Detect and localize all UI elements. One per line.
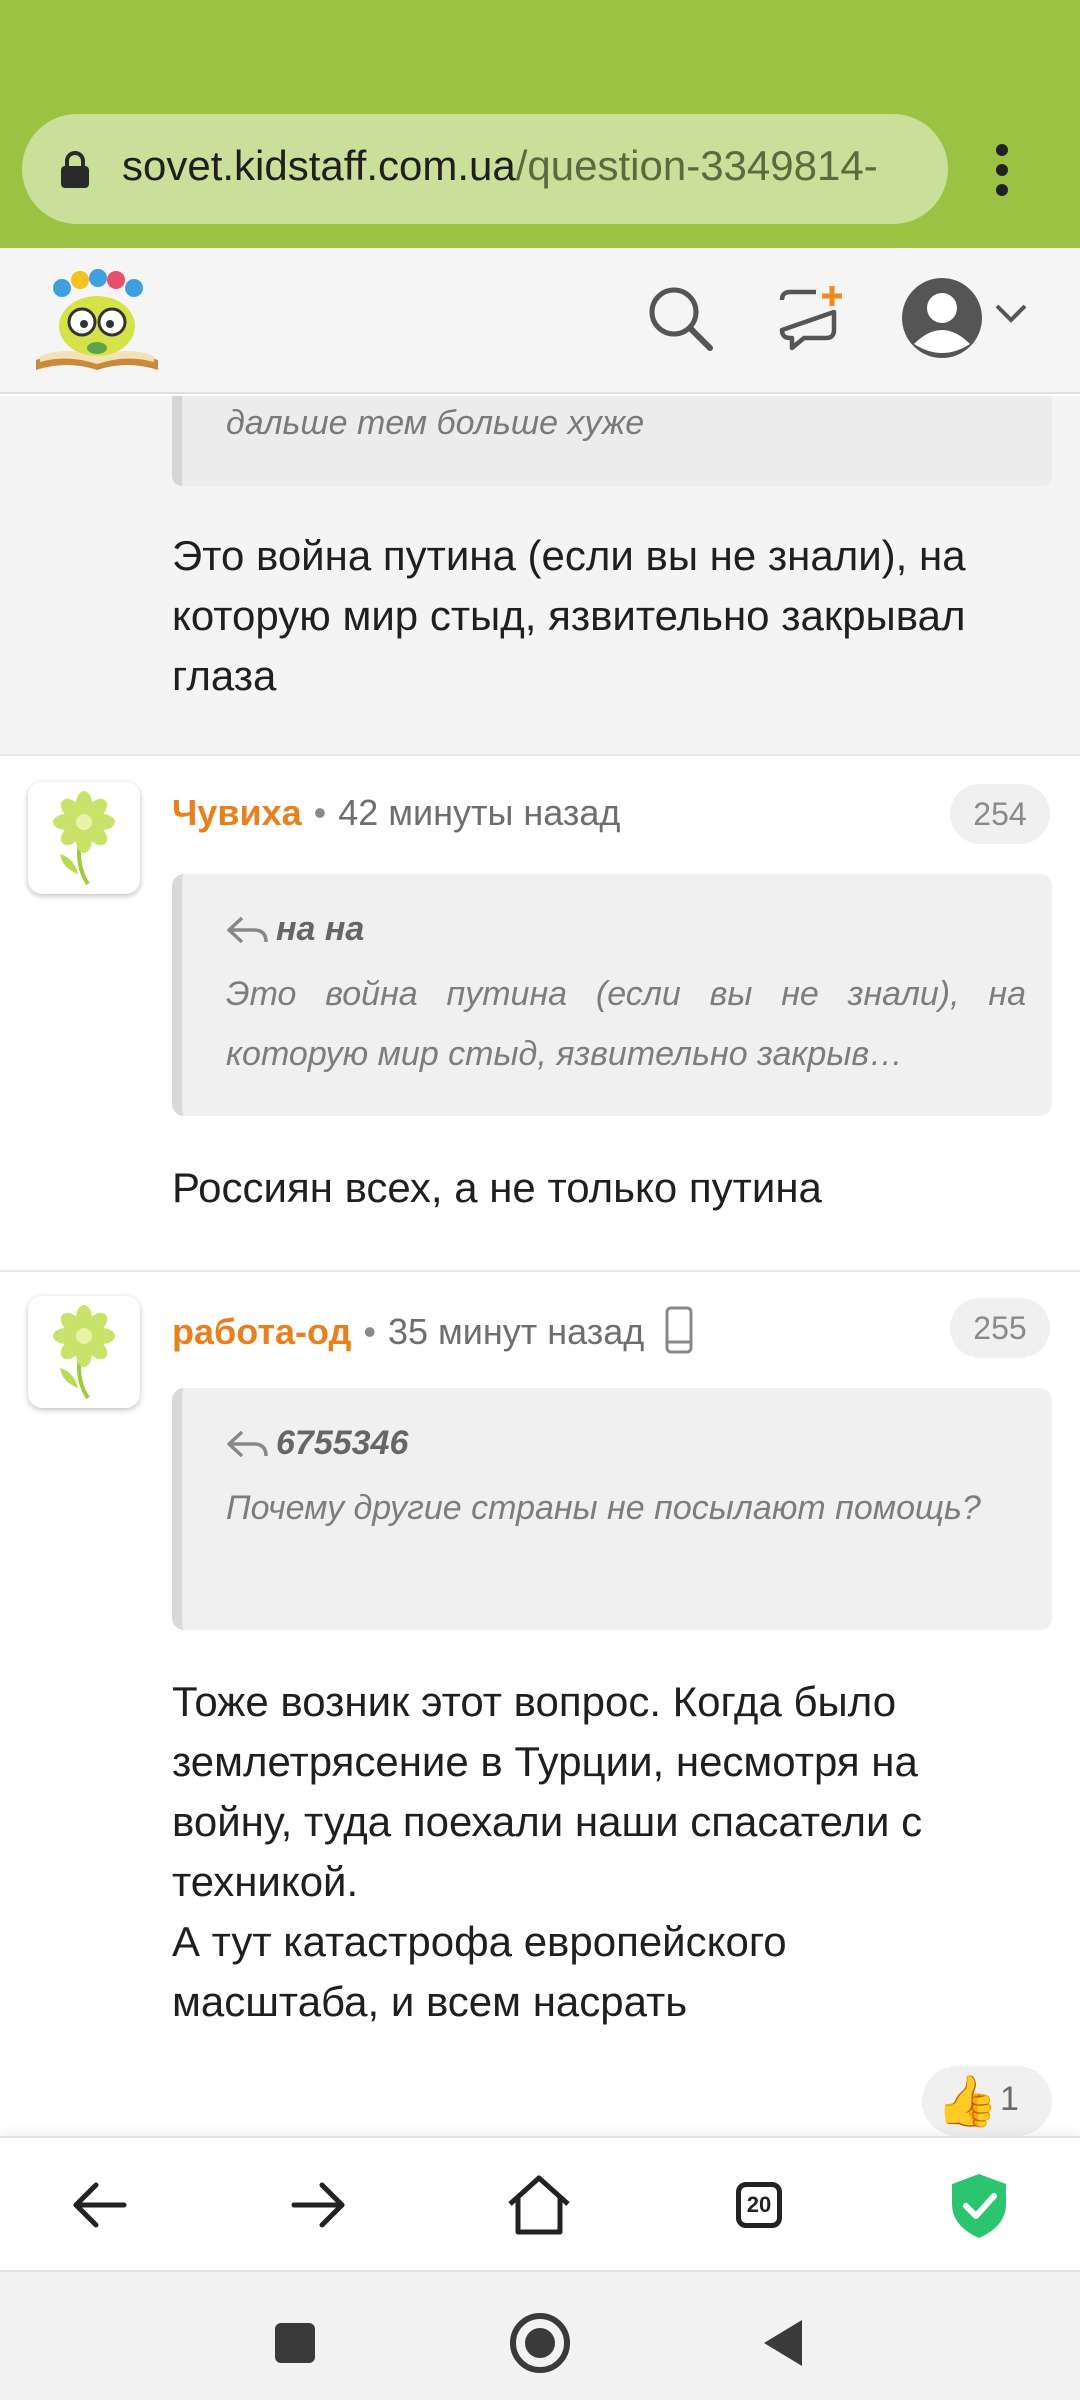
address-bar[interactable]: sovet.kidstaff.com.ua/question-3349814-: [22, 114, 948, 224]
browser-top-bar: sovet.kidstaff.com.ua/question-3349814-: [0, 0, 1080, 248]
search-icon[interactable]: [644, 282, 716, 354]
comment-time: 42 минуты назад: [338, 792, 621, 833]
comment-254: Чувиха • 42 минуты назад 254 на на Это вой…: [0, 758, 1080, 1278]
comment-meta: работа-од • 35 минут назад: [172, 1306, 694, 1354]
previous-comment: дальше тем больше хуже Это война путина …: [0, 396, 1080, 756]
quote-text: Это война путина (если вы не знали), на …: [226, 975, 1026, 1073]
comment-text: Это война путина (если вы не знали), на …: [172, 532, 966, 699]
comment-time: 35 минут назад: [387, 1311, 645, 1352]
author-link[interactable]: работа-од: [172, 1311, 351, 1352]
site-logo[interactable]: [32, 264, 162, 376]
system-nav-bar: [0, 2270, 1080, 2400]
comment-text-line: Тоже возник этот вопрос. Когда было: [172, 1678, 897, 1725]
flower-avatar[interactable]: [28, 782, 140, 894]
comment-text: Тоже возник этот вопрос. Когда было земл…: [172, 1672, 1052, 2032]
reply-arrow-icon: [227, 1430, 268, 1457]
back-triangle-icon[interactable]: [750, 2308, 820, 2378]
home-circle-icon[interactable]: [505, 2308, 575, 2378]
avatar-icon[interactable]: [900, 276, 984, 360]
home-icon[interactable]: [502, 2168, 576, 2242]
quote-text: дальше тем больше хуже: [226, 404, 645, 442]
tabs-count: 20: [746, 2192, 772, 2217]
quote-author[interactable]: на на: [276, 910, 364, 949]
forward-arrow-icon[interactable]: [282, 2168, 356, 2242]
quote-author[interactable]: 6755346: [276, 1424, 408, 1463]
like-count: 1: [1000, 2080, 1019, 2118]
comment-number-badge[interactable]: 254: [950, 784, 1050, 844]
reply-arrow-icon: [227, 916, 268, 943]
comment-text-line: войну, туда поехали наши спасатели с: [172, 1798, 923, 1845]
author-link[interactable]: Чувиха: [172, 792, 302, 833]
comment-text: Россиян всех, а не только путина: [172, 1164, 822, 1211]
flower-avatar[interactable]: [28, 1296, 140, 1408]
quote-block: на на Это война путина (если вы не знали…: [172, 874, 1052, 1116]
url-text[interactable]: sovet.kidstaff.com.ua/question-3349814-: [122, 142, 942, 190]
new-topic-icon[interactable]: [776, 282, 848, 354]
more-options-icon[interactable]: [990, 140, 1014, 200]
thumbs-up-icon: 👍: [936, 2073, 999, 2129]
quote-block: 6755346 Почему другие страны не посылают…: [172, 1388, 1052, 1630]
comment-meta: Чувиха • 42 минуты назад: [172, 792, 621, 833]
tabs-button[interactable]: 20: [722, 2168, 796, 2242]
back-arrow-icon[interactable]: [62, 2168, 136, 2242]
comment-255: работа-од • 35 минут назад 255 6755346 Поч…: [0, 1272, 1080, 2136]
chevron-down-icon[interactable]: [994, 302, 1028, 326]
comment-text-line: А тут катастрофа европейского: [172, 1918, 787, 1965]
comment-text-line: техникой.: [172, 1858, 359, 1905]
comment-text-line: масштаба, и всем насрать: [172, 1978, 688, 2025]
comment-number-badge[interactable]: 255: [950, 1298, 1050, 1358]
site-header: [0, 248, 1080, 394]
recents-icon[interactable]: [260, 2308, 330, 2378]
comment-text-line: землетрясение в Турции, несмотря на: [172, 1738, 918, 1785]
lock-icon: [61, 151, 89, 188]
quote-text: Почему другие страны не посылают помощь?: [226, 1489, 981, 1527]
comments-feed: дальше тем больше хуже Это война путина …: [0, 396, 1080, 2136]
browser-toolbar: 20: [0, 2136, 1080, 2270]
like-button[interactable]: 👍 1: [922, 2066, 1052, 2136]
quote-block: дальше тем больше хуже: [172, 396, 1052, 486]
shield-check-icon[interactable]: [942, 2168, 1016, 2242]
mobile-icon: [665, 1306, 693, 1354]
